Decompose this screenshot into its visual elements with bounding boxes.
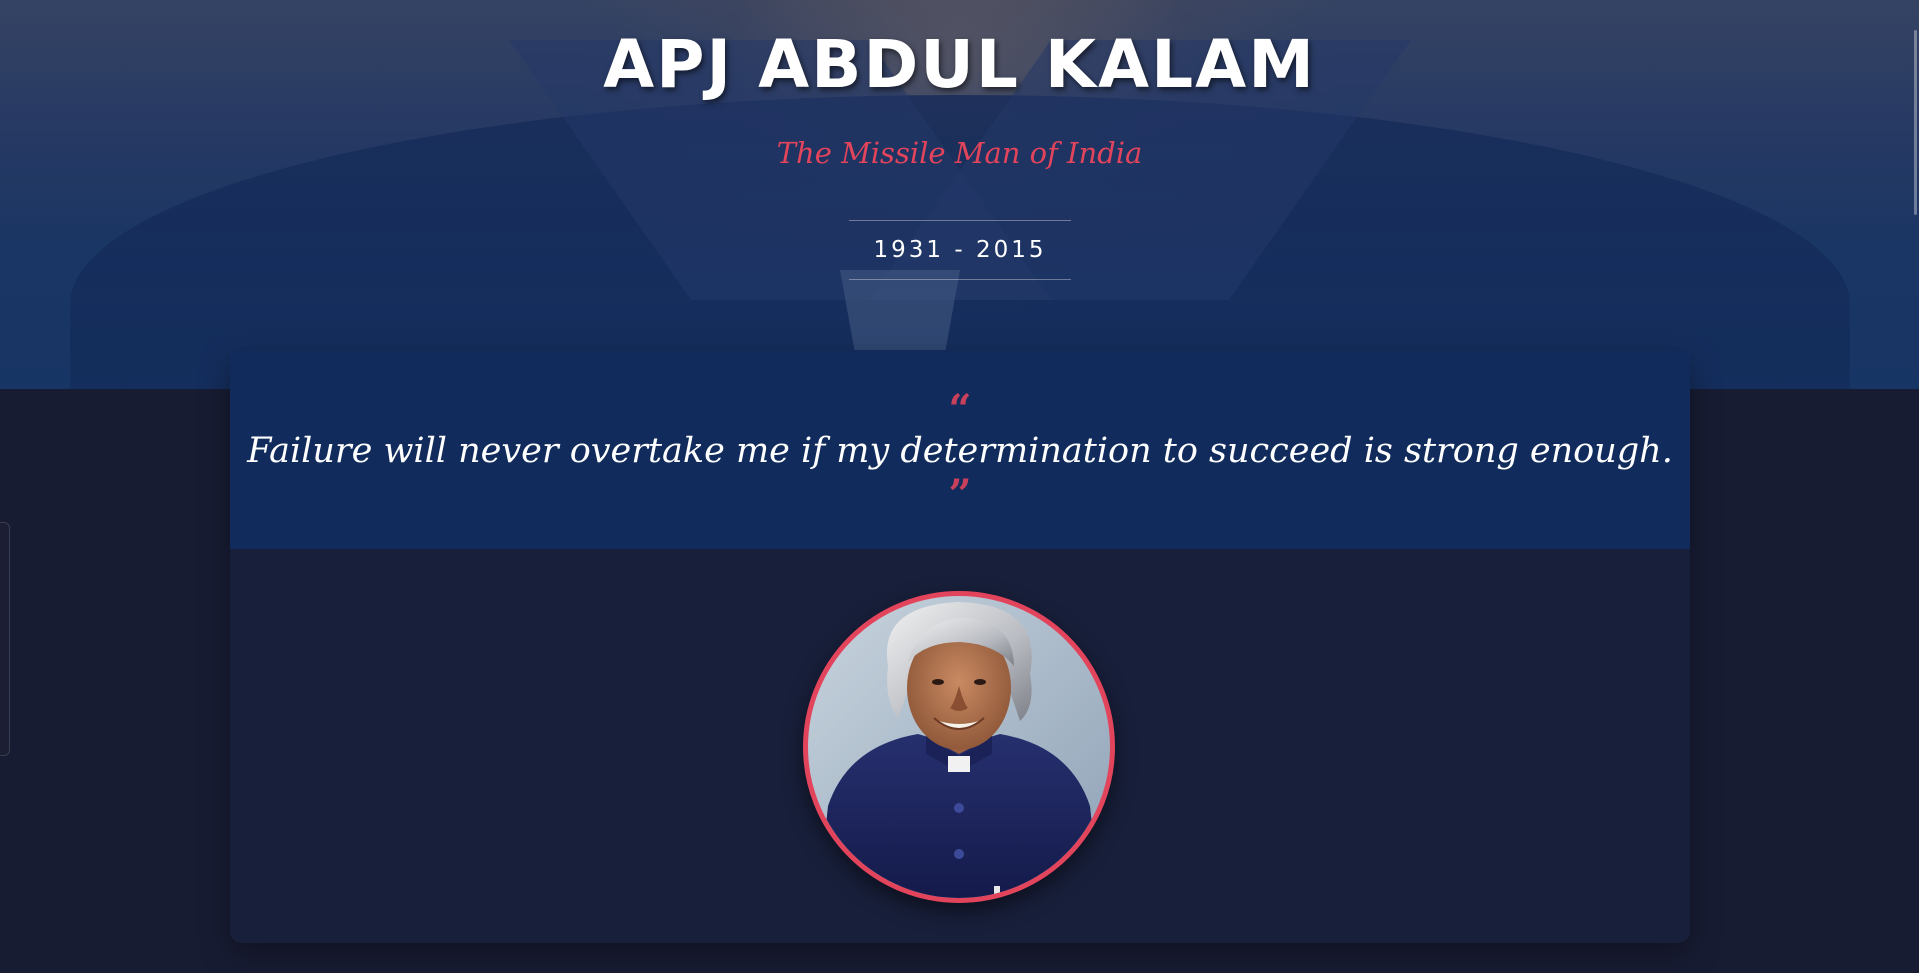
side-drawer-handle[interactable]: [0, 522, 10, 756]
life-years: 1931 - 2015: [849, 220, 1071, 280]
page-subtitle: The Missile Man of India: [776, 136, 1143, 170]
scrollbar-thumb[interactable]: [1914, 30, 1917, 215]
close-quote-icon: ”: [948, 471, 972, 518]
portrait-image: [803, 591, 1115, 903]
hero-banner: APJ ABDUL KALAM The Missile Man of India…: [0, 0, 1919, 389]
portrait-illustration: [818, 602, 1100, 898]
open-quote-icon: “: [948, 386, 972, 433]
page-title: APJ ABDUL KALAM: [603, 26, 1316, 103]
quote-text: Failure will never overtake me if my det…: [247, 431, 1673, 471]
tribute-card: “ Failure will never overtake me if my d…: [230, 351, 1690, 943]
quote-section: “ Failure will never overtake me if my d…: [230, 351, 1690, 549]
page-scrollbar[interactable]: [1911, 0, 1919, 973]
